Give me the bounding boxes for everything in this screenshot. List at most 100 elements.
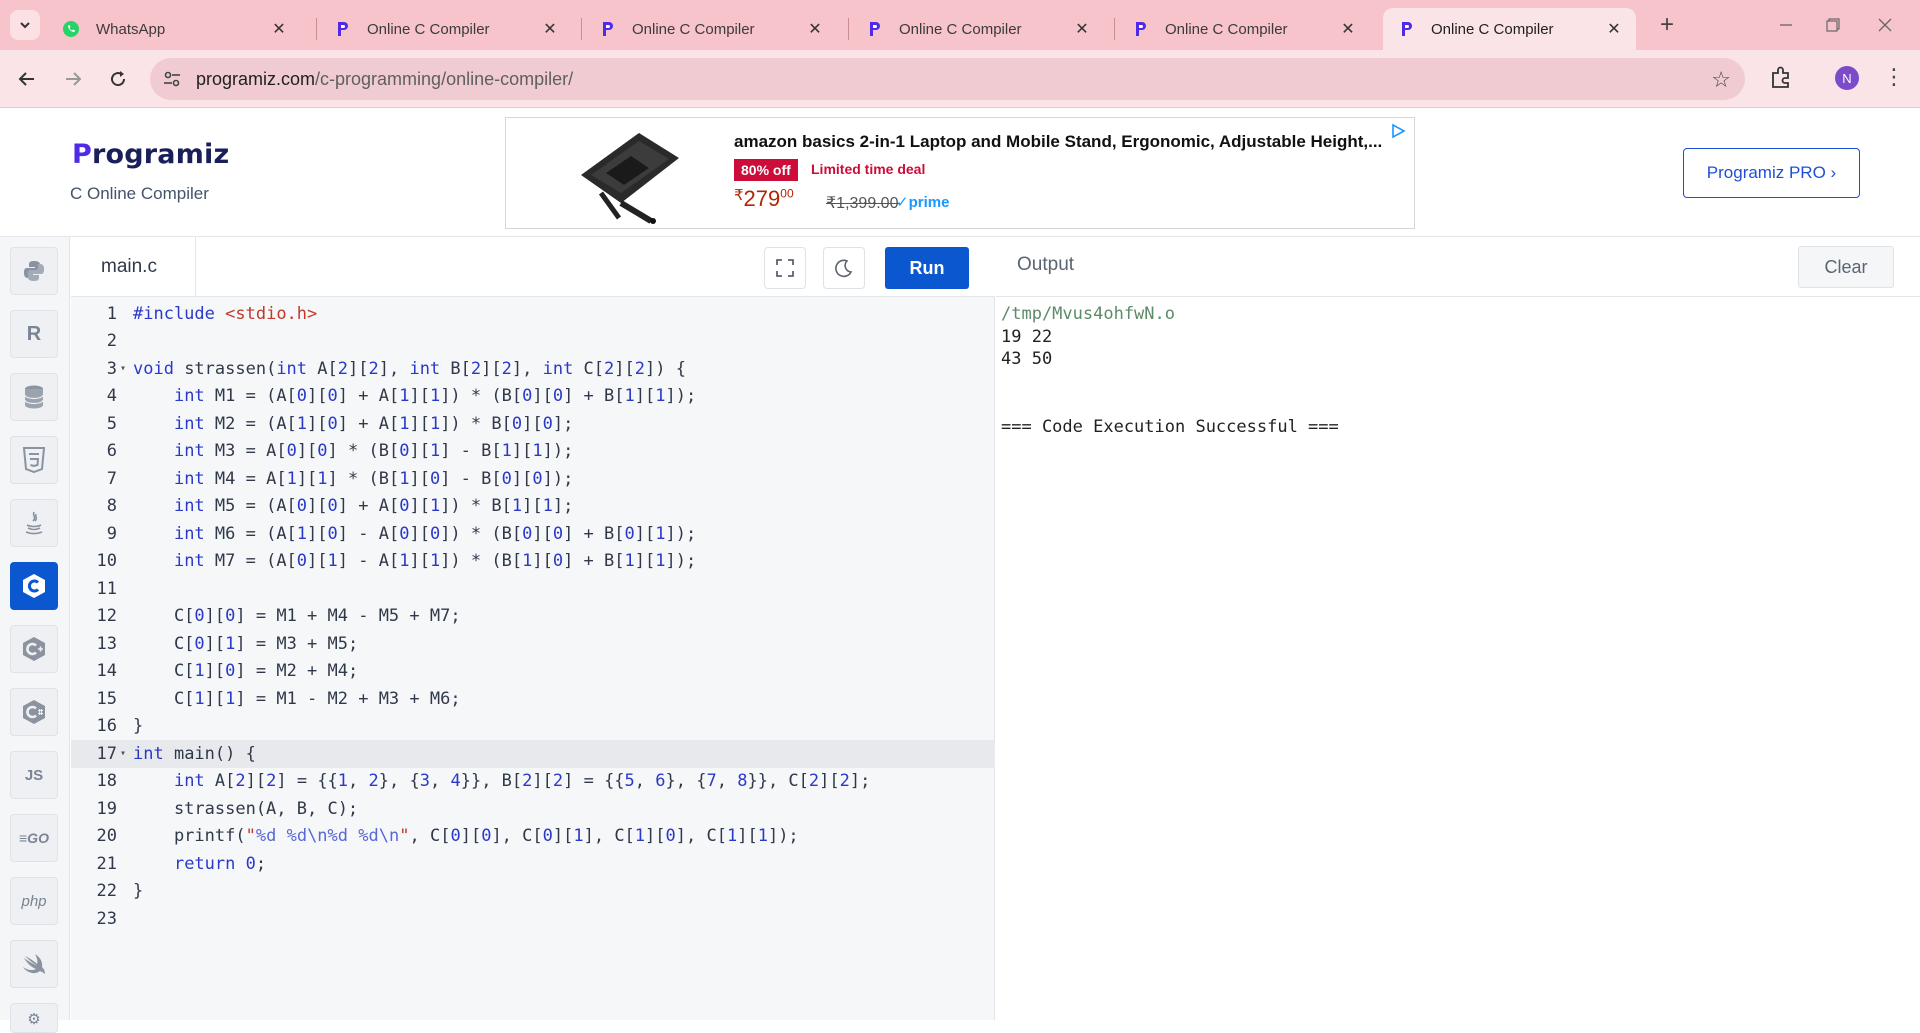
close-tab-icon[interactable]: ✕ <box>269 19 289 39</box>
rust-language-button[interactable]: ⚙ <box>10 1003 58 1033</box>
reload-button[interactable] <box>103 64 133 94</box>
code-line[interactable]: 2 <box>71 328 995 356</box>
restore-button[interactable] <box>1810 8 1856 42</box>
cpp-language-button[interactable] <box>10 625 58 673</box>
address-bar[interactable]: programiz.com/c-programming/online-compi… <box>150 58 1745 100</box>
code-line[interactable]: 11 <box>71 575 995 603</box>
minimize-button[interactable] <box>1763 8 1809 42</box>
code-line[interactable]: 22} <box>71 878 995 906</box>
fold-arrow-icon[interactable]: ▾ <box>117 748 131 759</box>
code-line[interactable]: 23 <box>71 905 995 933</box>
swift-icon <box>23 954 45 974</box>
browser-menu-icon[interactable]: ⋮ <box>1883 64 1905 90</box>
python-language-button[interactable] <box>10 247 58 295</box>
ad-banner[interactable]: amazon basics 2-in-1 Laptop and Mobile S… <box>505 117 1415 229</box>
profile-avatar[interactable]: N <box>1835 66 1859 90</box>
line-number: 3 <box>106 358 117 379</box>
tab-search-button[interactable] <box>10 10 40 40</box>
close-tab-icon[interactable]: ✕ <box>1604 19 1624 39</box>
dark-mode-button[interactable] <box>823 247 865 289</box>
site-settings-icon[interactable] <box>162 69 182 89</box>
close-tab-icon[interactable]: ✕ <box>805 19 825 39</box>
tab-title: Online C Compiler <box>1165 20 1288 38</box>
deal-label: Limited time deal <box>811 161 926 177</box>
programiz-pro-button[interactable]: Programiz PRO › <box>1683 148 1860 198</box>
url-text[interactable]: programiz.com/c-programming/online-compi… <box>196 69 573 90</box>
code-line[interactable]: 8 int M5 = (A[0][0] + A[0][1]) * B[1][1]… <box>71 493 995 521</box>
code-line[interactable]: 12 C[0][0] = M1 + M4 - M5 + M7; <box>71 603 995 631</box>
php-language-button[interactable]: php <box>10 877 58 925</box>
go-icon: ≡GO <box>19 830 49 846</box>
code-line[interactable]: 4 int M1 = (A[0][0] + A[1][1]) * (B[0][0… <box>71 383 995 411</box>
line-number: 7 <box>106 468 117 489</box>
new-tab-button[interactable]: + <box>1652 10 1682 40</box>
code-line[interactable]: 7 int M4 = A[1][1] * (B[1][0] - B[0][0])… <box>71 465 995 493</box>
programiz-logo[interactable]: Programiz <box>72 139 229 170</box>
arrow-right-icon <box>66 72 82 86</box>
code-editor[interactable]: 1 #include <stdio.h> 2 3 ▾ void strassen(int … <box>71 297 995 1020</box>
sql-language-button[interactable] <box>10 373 58 421</box>
browser-tab[interactable]: Online C Compiler ✕ <box>1383 8 1636 50</box>
fold-arrow-icon[interactable]: ▾ <box>117 363 131 374</box>
code-text: C[1][1] = M1 - M2 + M3 + M6; <box>133 688 461 709</box>
code-line[interactable]: 10 int M7 = (A[0][1] - A[1][1]) * (B[1][… <box>71 548 995 576</box>
whatsapp-icon <box>62 20 80 38</box>
java-language-button[interactable] <box>10 499 58 547</box>
javascript-language-button[interactable]: JS <box>10 751 58 799</box>
line-number: 6 <box>106 441 117 462</box>
code-line[interactable]: 19 strassen(A, B, C); <box>71 795 995 823</box>
csharp-language-button[interactable] <box>10 688 58 736</box>
code-text: } <box>133 881 144 902</box>
output-header: Output Clear <box>996 237 1920 297</box>
browser-tab[interactable]: WhatsApp ✕ <box>48 8 301 50</box>
file-tab-main-c[interactable]: main.c <box>71 237 196 297</box>
code-line[interactable]: 3 ▾ void strassen(int A[2][2], int B[2][2]… <box>71 355 995 383</box>
database-icon <box>24 385 44 409</box>
run-button[interactable]: Run <box>885 247 969 289</box>
php-icon: php <box>21 892 47 910</box>
code-line[interactable]: 5 int M2 = (A[1][0] + A[1][1]) * B[0][0]… <box>71 410 995 438</box>
code-line[interactable]: 16} <box>71 713 995 741</box>
tab-title: Online C Compiler <box>367 20 490 38</box>
fullscreen-button[interactable] <box>764 247 806 289</box>
clear-button[interactable]: Clear <box>1798 246 1894 288</box>
swift-language-button[interactable] <box>10 940 58 988</box>
line-number: 18 <box>96 771 117 792</box>
code-line[interactable]: 21 return 0; <box>71 850 995 878</box>
line-number: 23 <box>96 908 117 929</box>
code-line[interactable]: 18 int A[2][2] = {{1, 2}, {3, 4}}, B[2][… <box>71 768 995 796</box>
code-line[interactable]: 20 printf("%d %d\n%d %d\n", C[0][0], C[0… <box>71 823 995 851</box>
html-language-button[interactable] <box>10 436 58 484</box>
r-language-button[interactable]: R <box>10 310 58 358</box>
code-line[interactable]: 15 C[1][1] = M1 - M2 + M3 + M6; <box>71 685 995 713</box>
output-console[interactable]: /tmp/Mvus4ohfwN.o 19 22 43 50 === Code Exec… <box>996 297 1920 1020</box>
c-language-button[interactable] <box>10 562 58 610</box>
code-text: strassen(A, B, C); <box>133 798 359 819</box>
back-button[interactable] <box>12 64 42 94</box>
browser-tab[interactable]: Online C Compiler ✕ <box>584 8 837 50</box>
code-line[interactable]: 13 C[0][1] = M3 + M5; <box>71 630 995 658</box>
browser-tab[interactable]: Online C Compiler ✕ <box>851 8 1104 50</box>
ad-mrp: ₹1,399.00 <box>826 195 899 212</box>
browser-tab[interactable]: Online C Compiler ✕ <box>1117 8 1370 50</box>
code-line[interactable]: 14 C[1][0] = M2 + M4; <box>71 658 995 686</box>
go-language-button[interactable]: ≡GO <box>10 814 58 862</box>
bookmark-star-icon[interactable]: ☆ <box>1711 67 1731 93</box>
forward-button[interactable] <box>58 64 88 94</box>
restore-icon <box>1826 18 1840 32</box>
moon-icon <box>835 259 853 278</box>
code-line[interactable]: 17 ▾ int main() { <box>71 740 995 768</box>
editor-header: main.c Run <box>71 237 995 297</box>
close-tab-icon[interactable]: ✕ <box>540 19 560 39</box>
code-text: return 0; <box>173 853 267 874</box>
browser-tab[interactable]: Online C Compiler ✕ <box>319 8 572 50</box>
extensions-icon[interactable] <box>1768 64 1794 90</box>
close-tab-icon[interactable]: ✕ <box>1072 19 1092 39</box>
close-window-button[interactable] <box>1862 8 1908 42</box>
adchoices-icon[interactable] <box>1390 123 1406 139</box>
code-line[interactable]: 6 int M3 = A[0][0] * (B[0][1] - B[1][1])… <box>71 438 995 466</box>
code-line[interactable]: 1 #include <stdio.h> <box>71 300 995 328</box>
close-tab-icon[interactable]: ✕ <box>1338 19 1358 39</box>
close-icon <box>1878 18 1892 32</box>
code-line[interactable]: 9 int M6 = (A[1][0] - A[0][0]) * (B[0][0… <box>71 520 995 548</box>
